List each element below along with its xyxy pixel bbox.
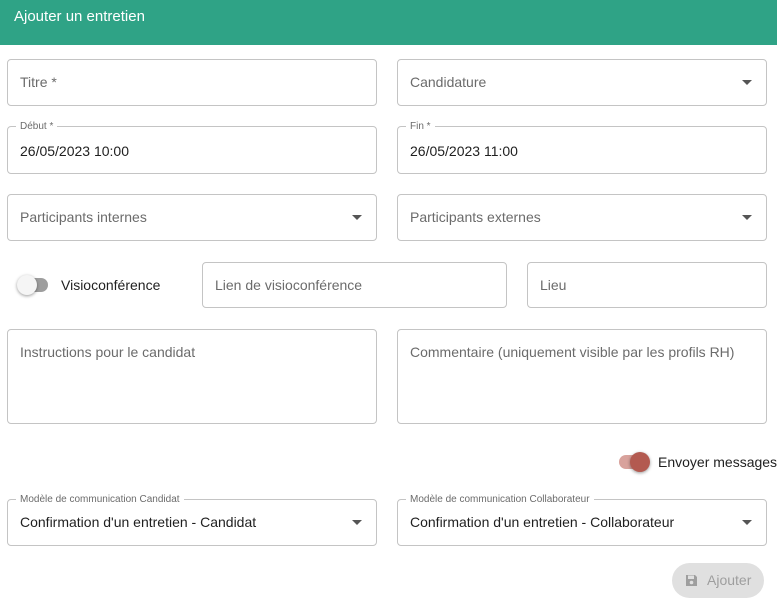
modele-candidat-label: Modèle de communication Candidat [16,494,184,505]
candidature-select[interactable]: Candidature [397,59,767,106]
chevron-down-icon [352,520,362,525]
chevron-down-icon [742,215,752,220]
modele-collaborateur-label: Modèle de communication Collaborateur [406,494,594,505]
visio-label: Visioconférence [61,277,161,293]
ajouter-label: Ajouter [707,572,752,588]
fin-value: 26/05/2023 11:00 [410,143,518,159]
fin-label: Fin * [406,121,435,132]
instructions-textarea[interactable]: Instructions pour le candidat [7,329,377,424]
dialog-title: Ajouter un entretien [14,8,145,25]
envoyer-messages-toggle[interactable] [616,452,650,472]
save-icon [686,575,697,586]
debut-field[interactable]: Début * 26/05/2023 10:00 [7,121,377,174]
chevron-down-icon [742,80,752,85]
candidature-placeholder: Candidature [410,74,487,90]
participants-internes-placeholder: Participants internes [20,209,147,225]
envoyer-messages-label: Envoyer messages [658,454,777,470]
modele-candidat-value: Confirmation d'un entretien - Candidat [20,514,257,530]
debut-label: Début * [16,121,58,132]
commentaire-textarea[interactable]: Commentaire (uniquement visible par les … [397,329,767,424]
modele-collaborateur-select[interactable]: Modèle de communication Collaborateur Co… [397,494,767,546]
titre-placeholder: Titre * [20,74,57,90]
fin-field[interactable]: Fin * 26/05/2023 11:00 [397,121,767,174]
ajouter-button[interactable]: Ajouter [672,563,764,598]
titre-input[interactable]: Titre * [7,59,377,106]
envoyer-messages-toggle-thumb [630,452,650,472]
dialog-header: Ajouter un entretien [0,0,777,45]
visio-toggle[interactable] [17,275,51,295]
modele-candidat-select[interactable]: Modèle de communication Candidat Confirm… [7,494,377,546]
visio-toggle-thumb [17,275,37,295]
lieu-input[interactable]: Lieu [527,262,767,308]
participants-externes-placeholder: Participants externes [410,209,541,225]
debut-value: 26/05/2023 10:00 [20,143,129,159]
lien-visio-placeholder: Lien de visioconférence [215,277,363,293]
participants-externes-select[interactable]: Participants externes [397,194,767,241]
chevron-down-icon [742,520,752,525]
participants-internes-select[interactable]: Participants internes [7,194,377,241]
commentaire-placeholder: Commentaire (uniquement visible par les … [410,344,735,360]
instructions-placeholder: Instructions pour le candidat [20,344,196,360]
chevron-down-icon [352,215,362,220]
lieu-placeholder: Lieu [540,277,567,293]
lien-visio-input[interactable]: Lien de visioconférence [202,262,507,308]
modele-collaborateur-value: Confirmation d'un entretien - Collaborat… [410,514,675,530]
